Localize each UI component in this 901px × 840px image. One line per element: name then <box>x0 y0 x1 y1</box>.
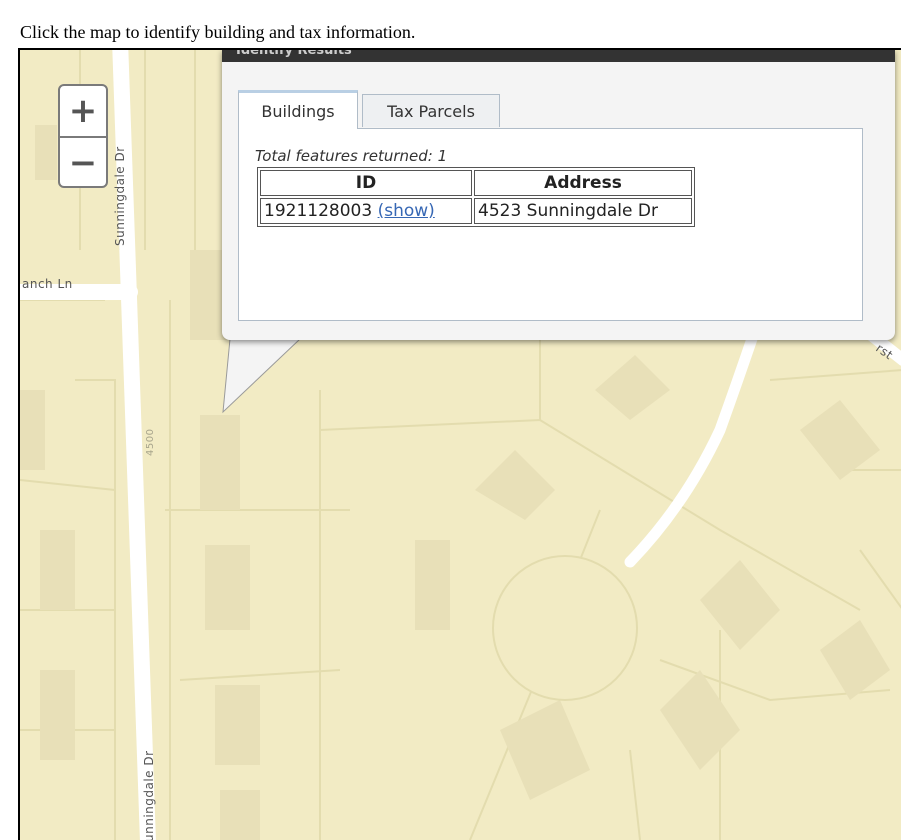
street-label-sunningdale-bottom: unningdale Dr <box>142 750 156 840</box>
tab-tax-parcels[interactable]: Tax Parcels <box>362 94 500 127</box>
popup-titlebar[interactable]: Identify Results <box>222 50 895 62</box>
table-header-row: ID Address <box>260 170 692 196</box>
map-view[interactable]: Sunningdale Dr anch Ln rst 4500 unningda… <box>18 48 901 840</box>
identify-popup: Identify Results Buildings Tax Parcels T… <box>222 50 895 340</box>
total-features-text: Total features returned: 1 <box>255 147 448 165</box>
buildings-tab-panel: Total features returned: 1 ID Address 19… <box>238 128 863 321</box>
show-link[interactable]: (show) <box>378 201 435 221</box>
building-id: 1921128003 <box>264 201 373 221</box>
id-cell: 1921128003 (show) <box>260 198 472 224</box>
instructions-text: Click the map to identify building and t… <box>20 22 416 42</box>
popup-title: Identify Results <box>236 50 352 58</box>
table-row: 1921128003 (show) 4523 Sunningdale Dr <box>260 198 692 224</box>
column-header-address: Address <box>474 170 692 196</box>
cul-de-sac <box>492 555 638 701</box>
results-table: ID Address 1921128003 (show) 4523 Sunnin… <box>257 167 695 227</box>
address-cell: 4523 Sunningdale Dr <box>474 198 692 224</box>
tab-buildings[interactable]: Buildings <box>238 90 358 129</box>
column-header-id: ID <box>260 170 472 196</box>
